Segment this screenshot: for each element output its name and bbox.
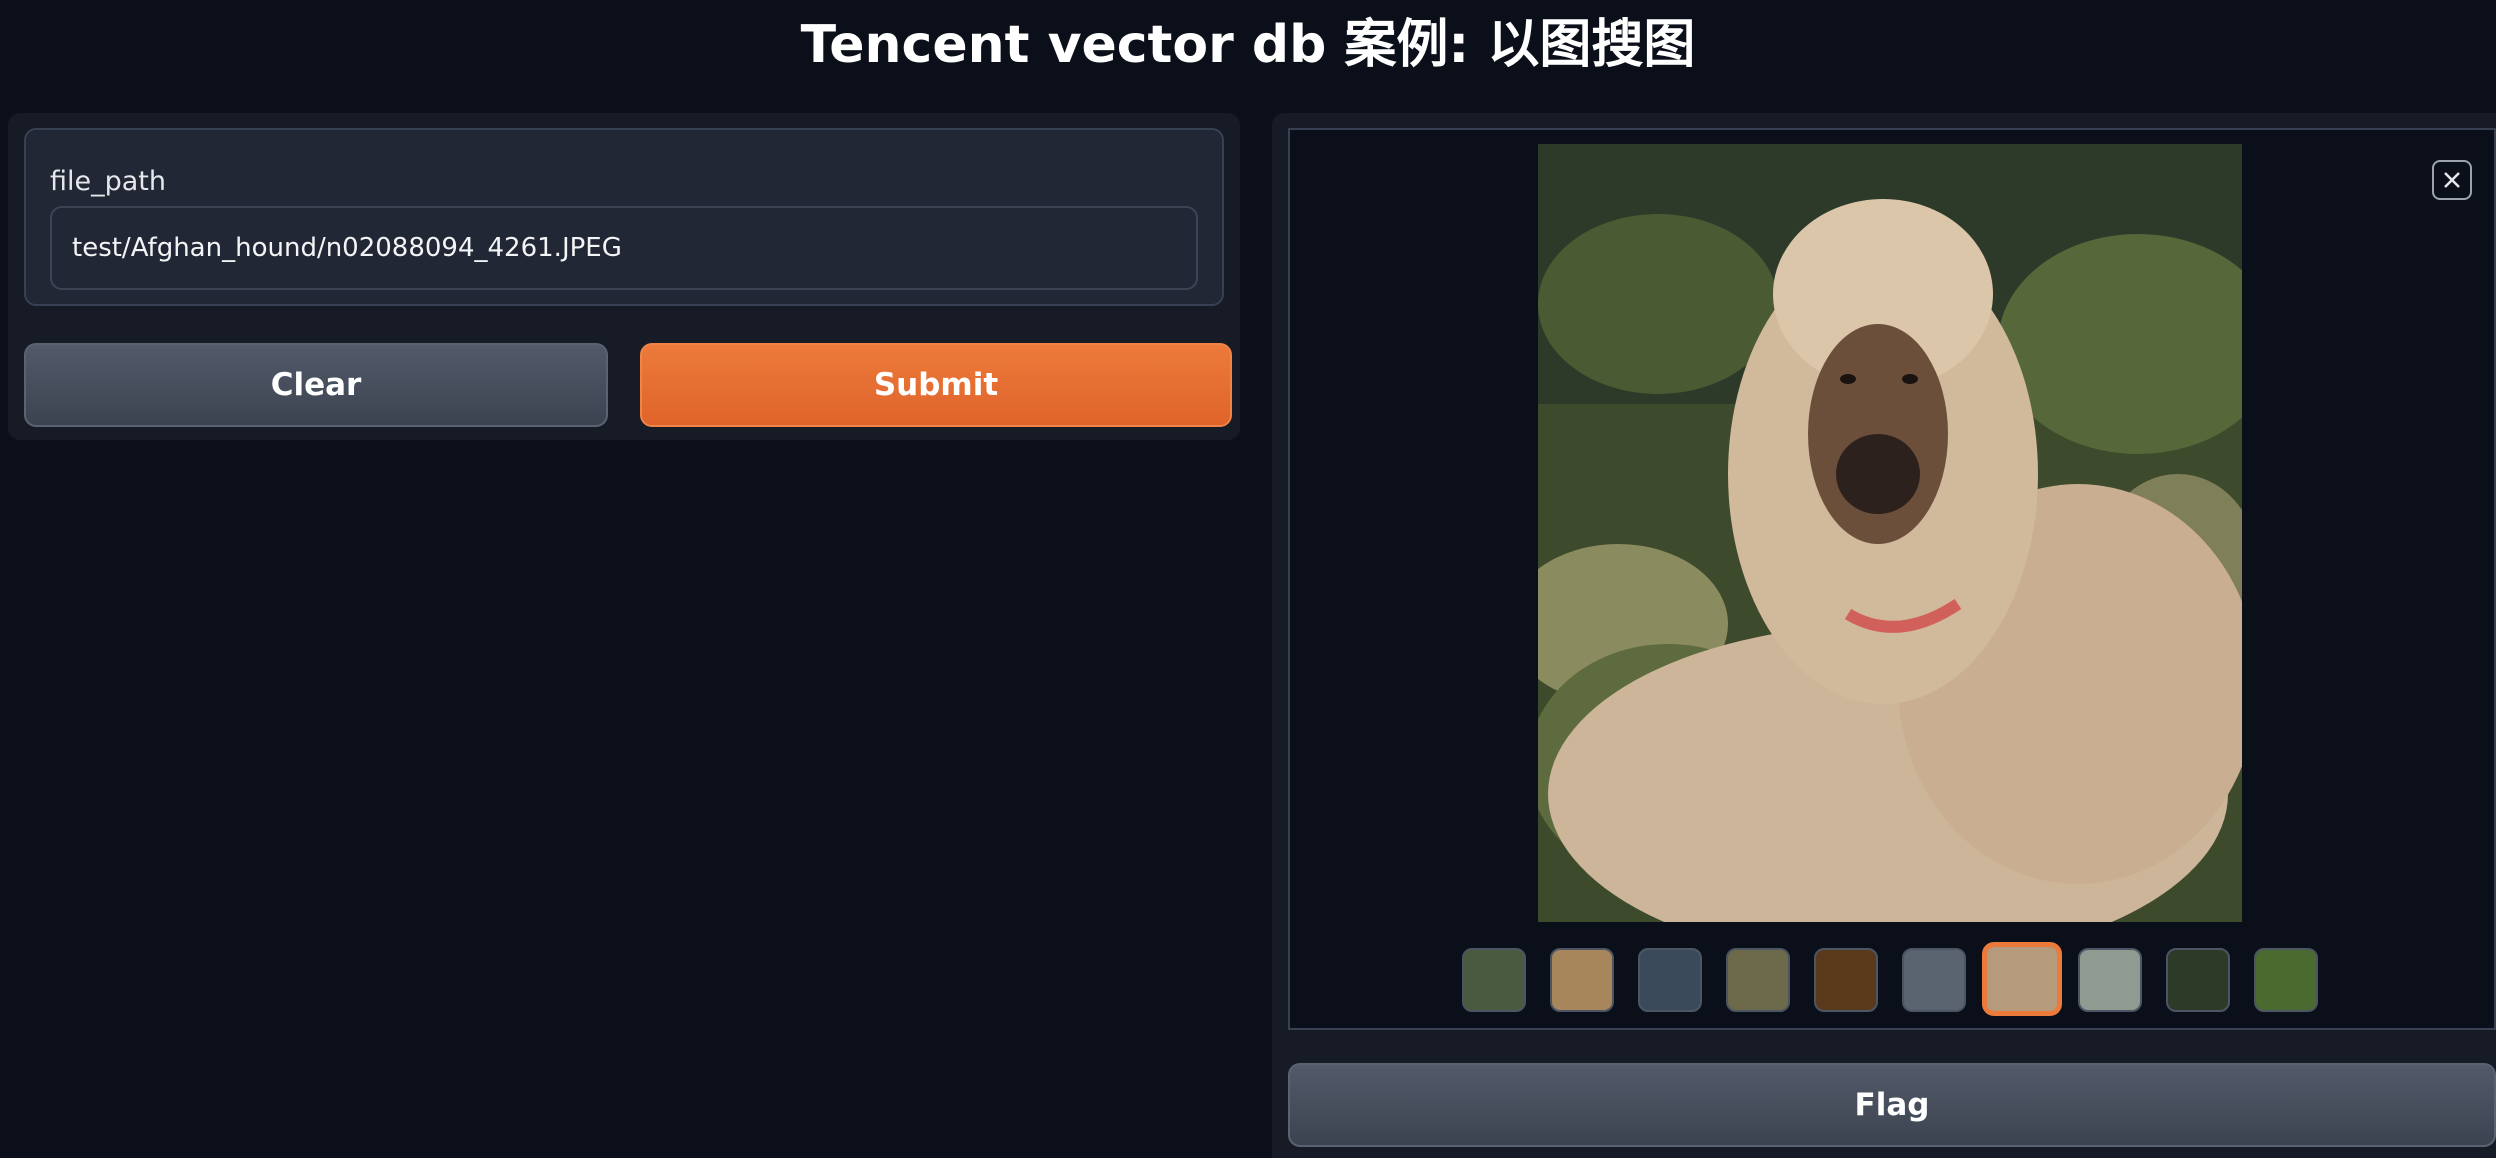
flag-button[interactable]: Flag (1288, 1063, 2496, 1147)
thumbnail[interactable] (1638, 948, 1702, 1012)
preview-image (1538, 144, 2242, 922)
file-path-block: file_path (24, 128, 1224, 306)
thumbnail[interactable] (2254, 948, 2318, 1012)
clear-button[interactable]: Clear (24, 343, 608, 427)
page-title: Tencent vector db 案例: 以图搜图 (800, 15, 1696, 75)
close-icon[interactable] (2432, 160, 2472, 200)
thumbnail[interactable] (1814, 948, 1878, 1012)
thumbnail[interactable] (1550, 948, 1614, 1012)
thumbnail[interactable] (2166, 948, 2230, 1012)
thumbnail-strip (1290, 942, 2496, 1024)
input-panel: file_path Clear Submit (8, 113, 1240, 440)
file-path-label: file_path (50, 166, 167, 197)
thumbnail[interactable] (1462, 948, 1526, 1012)
thumbnail[interactable] (2078, 948, 2142, 1012)
thumbnail[interactable] (1902, 948, 1966, 1012)
thumbnail-selected[interactable] (1982, 942, 2062, 1016)
output-panel: Flag (1272, 113, 2496, 1158)
file-path-input[interactable] (50, 206, 1198, 290)
image-gallery (1288, 128, 2496, 1030)
submit-button[interactable]: Submit (640, 343, 1232, 427)
thumbnail[interactable] (1726, 948, 1790, 1012)
